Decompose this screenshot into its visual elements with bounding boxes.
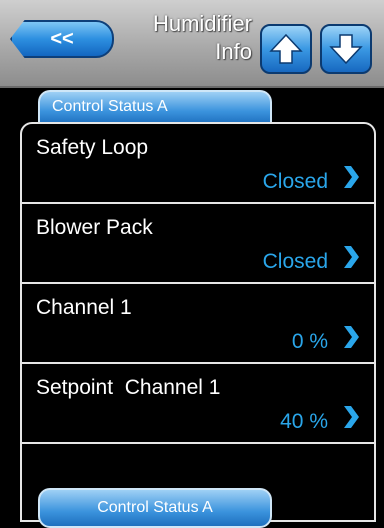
arrow-up-icon bbox=[269, 33, 303, 64]
back-button[interactable]: << bbox=[10, 20, 114, 58]
arrow-down-icon bbox=[329, 34, 363, 65]
list-item-channel-1[interactable]: Channel 1 0 % bbox=[22, 284, 374, 364]
row-value: Closed bbox=[262, 170, 328, 193]
row-label: Setpoint Channel 1 bbox=[36, 376, 221, 399]
scroll-down-button[interactable] bbox=[320, 24, 372, 74]
row-value: Closed bbox=[262, 250, 328, 273]
row-label: Blower Pack bbox=[36, 216, 153, 239]
info-list: Safety Loop Closed Blower Pack Closed Ch… bbox=[20, 122, 376, 522]
chevron-right-icon bbox=[344, 326, 359, 348]
chevron-right-icon bbox=[344, 166, 359, 188]
header-bar: << Humidifier Info bbox=[0, 0, 384, 88]
tab-label: Control Status A bbox=[52, 98, 168, 115]
chevron-right-icon bbox=[344, 246, 359, 268]
back-label: << bbox=[50, 27, 74, 50]
title-line-1: Humidifier bbox=[152, 11, 252, 36]
tab-control-status-a[interactable]: Control Status A bbox=[38, 90, 272, 124]
control-status-a-button[interactable]: Control Status A bbox=[38, 488, 272, 528]
list-item-setpoint-channel-1[interactable]: Setpoint Channel 1 40 % bbox=[22, 364, 374, 444]
row-label: Channel 1 bbox=[36, 296, 132, 319]
row-label: Safety Loop bbox=[36, 136, 149, 159]
page-title: Humidifier Info bbox=[120, 10, 252, 66]
scroll-up-button[interactable] bbox=[260, 24, 312, 74]
row-value: 0 % bbox=[291, 330, 328, 353]
title-line-2: Info bbox=[215, 39, 252, 64]
chevron-right-icon bbox=[344, 406, 359, 428]
list-item-blower-pack[interactable]: Blower Pack Closed bbox=[22, 204, 374, 284]
button-label: Control Status A bbox=[97, 499, 213, 516]
list-item-safety-loop[interactable]: Safety Loop Closed bbox=[22, 124, 374, 204]
row-value: 40 % bbox=[280, 410, 328, 433]
